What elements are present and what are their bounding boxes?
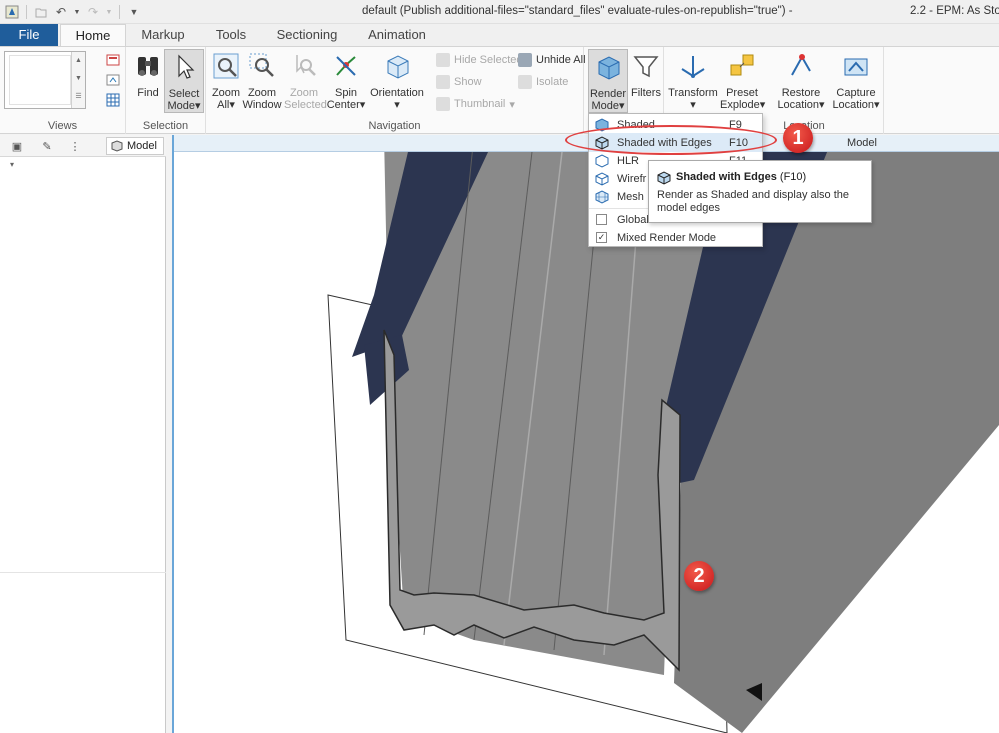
preset-explode-icon — [730, 54, 754, 76]
mesh-cube-icon — [595, 189, 609, 204]
quick-access-toolbar: ↶ ▼ ↷ ▼ ▼ — [4, 3, 142, 21]
group-selection: Find Select Mode▾ Selection — [126, 47, 206, 134]
zoom-selected-button[interactable]: Zoom Selected — [284, 49, 327, 113]
capture-location-icon — [844, 58, 868, 76]
thumbnail-icon — [436, 97, 450, 111]
tab-model[interactable]: Model — [106, 137, 164, 155]
unhide-all-icon — [518, 53, 532, 67]
select-mode-button[interactable]: Select Mode▾ — [164, 49, 204, 113]
redo-dropdown-icon[interactable]: ▼ — [105, 4, 113, 20]
filters-button[interactable]: Filters — [626, 49, 666, 113]
group-navigation: Zoom All▾ Zoom Window Zoom Selected Spin… — [206, 47, 586, 134]
tree-tab-icon[interactable]: ⋮ — [64, 137, 86, 155]
model-viewport[interactable]: Model — [172, 135, 999, 733]
tab-sectioning[interactable]: Sectioning — [266, 24, 348, 46]
tab-tools[interactable]: Tools — [200, 24, 262, 46]
group-views: ▲ ▼ ☰ Views — [0, 47, 126, 134]
views-grid-icon[interactable] — [106, 91, 120, 109]
zoom-all-icon — [213, 53, 239, 79]
restore-location-icon — [791, 54, 811, 76]
ribbon: ▲ ▼ ☰ Views Find Select Mode▾ Selection — [0, 46, 999, 134]
group-label-navigation: Navigation — [368, 120, 421, 132]
tooltip-title: Shaded with Edges (F10) — [676, 171, 807, 183]
restore-location-button[interactable]: Restore Location▾ — [776, 49, 826, 113]
undo-icon[interactable]: ↶ — [53, 4, 69, 20]
views-add-icon[interactable] — [106, 51, 120, 69]
group-label-selection: Selection — [142, 120, 189, 132]
window-title-app: 2.2 - EPM: As Store — [910, 5, 999, 17]
orientation-cube-icon — [387, 55, 409, 79]
views-update-icon[interactable] — [106, 71, 120, 89]
undo-dropdown-icon[interactable]: ▼ — [73, 4, 81, 20]
redo-icon[interactable]: ↷ — [85, 4, 101, 20]
ribbon-tabs: File Home Markup Tools Sectioning Animat… — [0, 24, 999, 47]
unhide-all-button[interactable]: Unhide All — [518, 51, 586, 69]
find-button[interactable]: Find — [128, 49, 168, 113]
shaded-with-edges-tooltip: Shaded with Edges (F10) Render as Shaded… — [648, 160, 872, 223]
tab-animation[interactable]: Animation — [352, 24, 442, 46]
window-title: default (Publish additional-files="stand… — [362, 5, 793, 17]
binoculars-icon — [138, 57, 158, 76]
menu-item-mixed-render-mode[interactable]: ✓ Mixed Render Mode — [589, 228, 762, 247]
model-render[interactable] — [174, 135, 999, 733]
structure-tab-icon[interactable]: ▣ — [6, 137, 28, 155]
markup-tab-icon[interactable]: ✎ — [36, 137, 58, 155]
title-bar: ↶ ▼ ↷ ▼ ▼ default (Publish additional-fi… — [0, 0, 999, 24]
isolate-button[interactable]: Isolate — [518, 73, 568, 91]
tab-file[interactable]: File — [0, 24, 58, 46]
group-label-views: Views — [47, 120, 78, 132]
hide-selected-icon — [436, 53, 450, 67]
cursor-arrow-icon — [178, 54, 195, 79]
show-button[interactable]: Show — [436, 73, 482, 91]
panel-divider — [0, 572, 166, 573]
zoom-window-icon — [249, 53, 274, 77]
orientation-button[interactable]: Orientation ▾ — [370, 49, 424, 113]
model-cube-icon — [111, 140, 123, 152]
spin-center-button[interactable]: Spin Center▾ — [326, 49, 366, 113]
callout-badge-2: 2 — [684, 561, 714, 591]
thumbnail-button[interactable]: Thumbnail ▾ — [436, 95, 515, 113]
view-thumbnail[interactable] — [9, 55, 71, 105]
tab-home[interactable]: Home — [60, 24, 126, 47]
capture-location-button[interactable]: Capture Location▾ — [830, 49, 882, 113]
tooltip-cube-icon — [657, 171, 671, 185]
tab-markup[interactable]: Markup — [130, 24, 196, 46]
transform-axes-icon — [681, 56, 705, 78]
left-panel: ▣ ✎ ⋮ Model ▾ — [0, 135, 166, 733]
viewport-title: Model — [847, 137, 877, 149]
zoom-all-button[interactable]: Zoom All▾ — [206, 49, 246, 113]
tree-expand-caret[interactable]: ▾ — [10, 160, 14, 169]
spin-center-icon — [336, 56, 356, 76]
hide-selected-button[interactable]: Hide Selected — [436, 51, 523, 69]
show-icon — [436, 75, 450, 89]
tooltip-description: Render as Shaded and display also the mo… — [657, 189, 850, 214]
zoom-selected-icon — [296, 55, 316, 76]
gallery-scrollbar[interactable]: ▲ ▼ ☰ — [71, 52, 85, 108]
preset-explode-button[interactable]: Preset Explode▾ — [720, 49, 765, 113]
isolate-icon — [518, 75, 532, 89]
render-mode-cube-icon — [598, 56, 620, 80]
customize-toolbar-icon[interactable]: ▼ — [126, 4, 142, 20]
left-panel-toolbar: ▣ ✎ ⋮ Model — [0, 135, 166, 157]
zoom-window-button[interactable]: Zoom Window — [242, 49, 282, 113]
callout-badge-1: 1 — [783, 123, 813, 153]
views-gallery[interactable]: ▲ ▼ ☰ — [4, 51, 86, 109]
callout-highlight-ring — [565, 125, 777, 155]
wireframe-cube-icon — [595, 171, 609, 186]
hlr-cube-icon — [595, 153, 609, 168]
open-file-icon[interactable] — [33, 4, 49, 20]
mixed-render-checkbox[interactable]: ✓ — [596, 232, 607, 243]
transform-button[interactable]: Transform ▾ — [668, 49, 718, 113]
app-icon[interactable] — [4, 4, 20, 20]
filter-funnel-icon — [633, 56, 659, 78]
global-checkbox[interactable] — [596, 214, 607, 225]
render-mode-button[interactable]: Render Mode▾ — [588, 49, 628, 113]
